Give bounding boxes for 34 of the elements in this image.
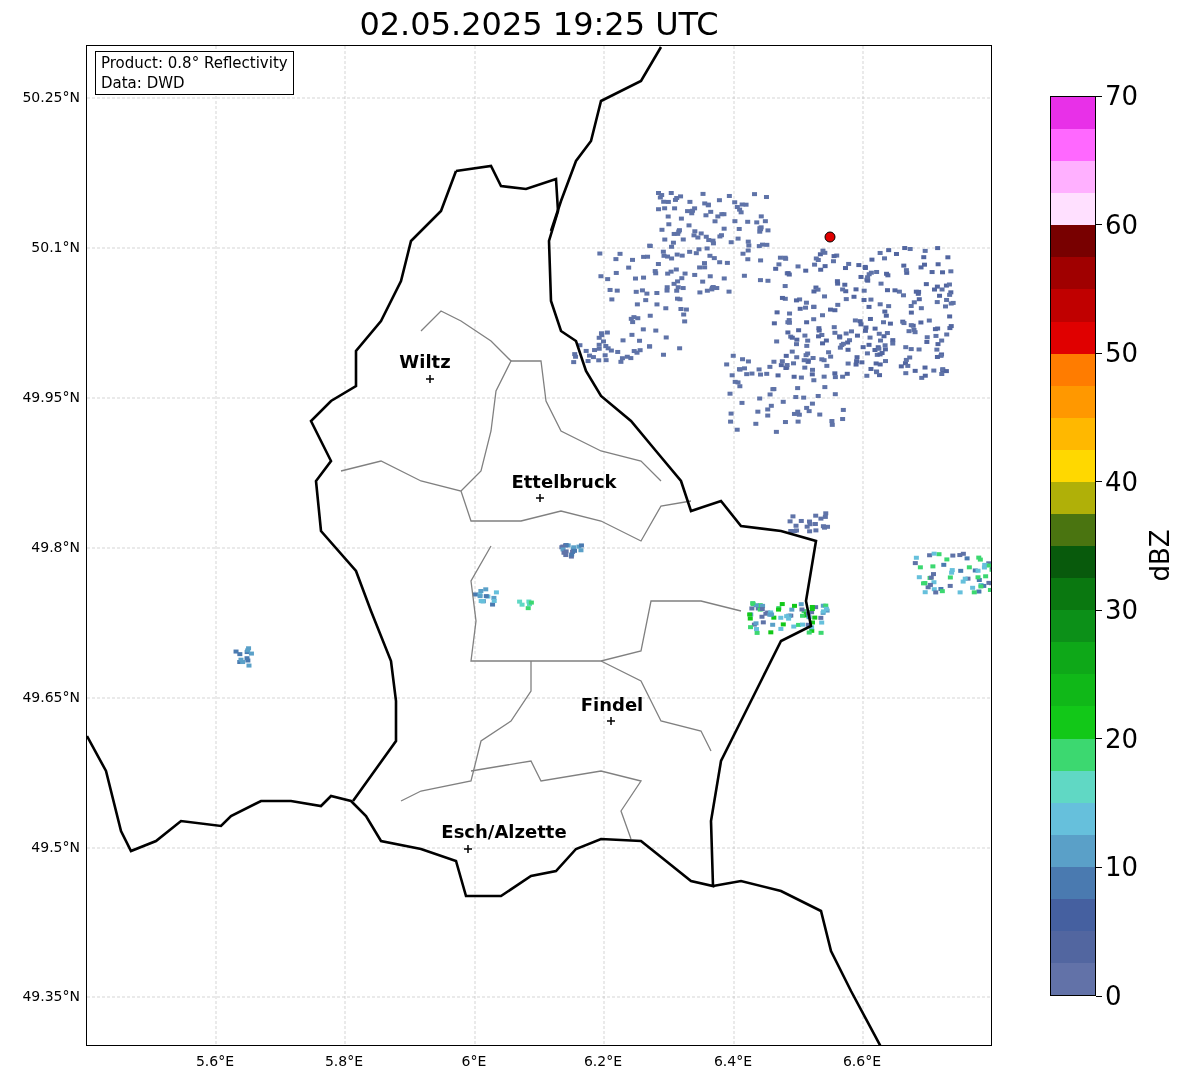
city-label: Wiltz: [399, 351, 451, 372]
city-label: Ettelbruck: [511, 471, 617, 492]
latitude-tick-label: 49.5°N: [31, 838, 80, 856]
radar-site-marker-icon: [824, 231, 836, 243]
longitude-tick-label: 6°E: [460, 1052, 488, 1070]
latitude-tick-label: 49.65°N: [22, 688, 80, 706]
latitude-tick-label: 50.25°N: [22, 88, 80, 106]
city-marker-icon: [463, 844, 473, 854]
longitude-tick-label: 6.6°E: [841, 1052, 883, 1070]
latitude-tick-label: 49.95°N: [22, 388, 80, 406]
color-scale-tick-label: 20: [1105, 723, 1139, 754]
city-marker-icon: [535, 493, 545, 503]
longitude-tick-label: 6.2°E: [582, 1052, 624, 1070]
city-marker-icon: [425, 374, 435, 384]
longitude-tick-label: 5.8°E: [323, 1052, 365, 1070]
color-scale-tick-label: 70: [1105, 81, 1139, 111]
info-text: Product: 0.8° Reflectivity: [101, 53, 288, 73]
color-scale-tick-label: 0: [1105, 981, 1122, 1011]
longitude-tick-label: 5.6°E: [194, 1052, 236, 1070]
city-label: Findel: [580, 694, 644, 715]
color-scale-tick-label: 30: [1105, 595, 1139, 626]
longitude-tick-label: 6.4°E: [712, 1052, 754, 1070]
latitude-tick-label: 49.8°N: [31, 538, 80, 556]
color-scale-tick-label: 10: [1105, 852, 1139, 883]
color-scale-label: dBZ: [1143, 527, 1176, 584]
city-marker-icon: [606, 716, 616, 726]
city-label: Esch/Alzette: [441, 821, 567, 842]
color-scale-tick-label: 60: [1105, 209, 1139, 240]
latitude-tick-label: 50.1°N: [31, 238, 80, 256]
chart-title: 02.05.2025 19:25 UTC: [358, 4, 720, 44]
latitude-tick-label: 49.35°N: [22, 987, 80, 1005]
info-text: Data: DWD: [101, 73, 186, 93]
color-scale-tick-label: 50: [1105, 338, 1139, 369]
color-scale-tick-label: 40: [1105, 466, 1139, 497]
